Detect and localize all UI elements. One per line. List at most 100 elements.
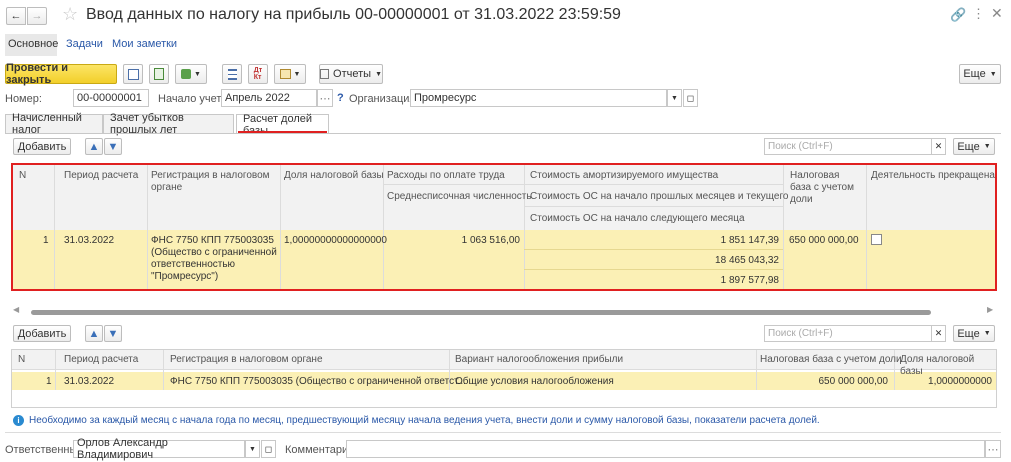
post-and-close-button[interactable]: Провести и закрыть <box>5 62 117 86</box>
t1-header-os-start: Стоимость ОС на начало прошлых месяцев и… <box>530 191 789 202</box>
table2-move-up-button[interactable]: ▲ <box>85 325 103 342</box>
tab-accrued-tax[interactable]: Начисленный налог <box>5 112 103 136</box>
scroll-left-icon[interactable]: ◀ <box>13 305 19 314</box>
link-icon[interactable]: 🔗 <box>950 7 966 23</box>
table2-search-input[interactable]: Поиск (Ctrl+F) <box>764 325 932 342</box>
responsible-field[interactable]: Орлов Александр Владимирович <box>73 437 245 461</box>
nav-tab-main[interactable]: Основное <box>5 34 58 56</box>
t1-header-os-next: Стоимость ОС на начало следующего месяца <box>530 213 745 224</box>
more-menu-icon[interactable]: ⋮ <box>972 6 985 22</box>
responsible-open-button[interactable]: ◻ <box>261 440 276 458</box>
comment-field[interactable] <box>346 440 985 458</box>
t1-header-share: Доля налоговой базы <box>284 170 384 181</box>
t1-header-base: Налоговая база с учетом доли <box>790 170 854 205</box>
more-button[interactable]: Еще ▼ <box>959 64 1001 84</box>
nav-tab-tasks[interactable]: Задачи <box>66 38 103 50</box>
forward-button[interactable]: → <box>27 7 47 25</box>
org-dropdown-button[interactable]: ▼ <box>667 89 682 107</box>
subheader-line <box>383 184 783 185</box>
print-icon <box>279 69 291 79</box>
table1-search-input[interactable]: Поиск (Ctrl+F) <box>764 138 932 155</box>
t1-header-headcount: Среднесписочная численность <box>387 191 532 202</box>
t2-cell-base: 650 000 000,00 <box>818 376 888 387</box>
row-subline <box>524 249 783 250</box>
t1-cell-os-start: 18 465 043,32 <box>715 255 779 266</box>
start-field[interactable]: Апрель 2022 <box>221 89 317 107</box>
col-divider <box>54 165 55 289</box>
dropdown-arrow-icon: ▼ <box>293 70 301 78</box>
number-label: Номер: <box>5 93 42 105</box>
nav-tab-notes[interactable]: Мои заметки <box>112 38 177 50</box>
start-label: Начало учета: <box>158 93 231 105</box>
print-button[interactable]: ▼ <box>274 64 306 84</box>
post-button[interactable] <box>149 64 169 84</box>
list-icon <box>227 68 237 80</box>
back-button[interactable]: ← <box>6 7 26 25</box>
t2-cell-share: 1,0000000000 <box>928 376 992 387</box>
t1-cell-share: 1,00000000000000000 <box>284 235 387 246</box>
t2-cell-n: 1 <box>46 376 52 387</box>
table2-search-clear-button[interactable]: ✕ <box>931 325 946 342</box>
table1-more-button[interactable]: Еще ▼ <box>953 138 995 155</box>
reports-button[interactable]: Отчеты ▼ <box>319 64 383 84</box>
col-divider <box>756 350 757 390</box>
tabs-baseline <box>5 133 1001 134</box>
table2-add-button[interactable]: Добавить <box>13 325 71 342</box>
t1-cell-base: 650 000 000,00 <box>789 235 859 246</box>
info-text: Необходимо за каждый месяц с начала года… <box>29 415 820 426</box>
movements-button[interactable]: Дт Кт <box>248 64 268 84</box>
start-help-icon[interactable]: ? <box>337 92 344 104</box>
table1-move-down-button[interactable]: ▼ <box>104 138 122 155</box>
t1-header-assets: Стоимость амортизируемого имущества <box>530 170 719 181</box>
t2-cell-reg: ФНС 7750 КПП 775003035 (Общество с огран… <box>170 376 466 387</box>
col-divider <box>55 350 56 390</box>
arrow-right-icon: → <box>31 10 43 22</box>
org-field[interactable]: Промресурс <box>410 89 667 107</box>
arrow-down-icon: ▼ <box>107 327 119 340</box>
t2-header-base: Налоговая база с учетом доли <box>760 354 902 365</box>
scroll-right-icon[interactable]: ▶ <box>987 305 993 314</box>
table2-move-down-button[interactable]: ▼ <box>104 325 122 342</box>
dt-kt-icon: Дт Кт <box>253 67 263 81</box>
dropdown-arrow-icon: ▼ <box>194 70 201 78</box>
favorite-star-icon[interactable]: ☆ <box>62 4 78 25</box>
t2-header-period: Период расчета <box>64 354 139 365</box>
col-divider <box>163 350 164 390</box>
reports-label: Отчеты <box>333 68 372 80</box>
start-picker-button[interactable]: ⋯ <box>317 89 333 107</box>
comment-expand-button[interactable]: ⋯ <box>985 440 1001 458</box>
t2-header-reg: Регистрация в налоговом органе <box>170 354 323 365</box>
info-icon: i <box>13 415 24 426</box>
t2-header-variant: Вариант налогообложения прибыли <box>455 354 624 365</box>
t1-cell-labor: 1 063 516,00 <box>461 235 520 246</box>
t1-cell-assets: 1 851 147,39 <box>720 235 779 246</box>
post-doc-icon <box>154 68 164 80</box>
tab-losses[interactable]: Зачет убытков прошлых лет <box>103 112 234 136</box>
journal-button[interactable] <box>222 64 242 84</box>
t2-cell-variant: Общие условия налогообложения <box>455 376 614 387</box>
reports-icon <box>320 69 330 79</box>
arrow-up-icon: ▲ <box>88 140 100 153</box>
table1-search-clear-button[interactable]: ✕ <box>931 138 946 155</box>
arrow-left-icon: ← <box>10 10 22 22</box>
t1-cell-n: 1 <box>43 235 49 246</box>
t1-cell-period: 31.03.2022 <box>64 235 115 246</box>
t1-header-n: N <box>19 170 27 181</box>
close-icon[interactable]: ✕ <box>991 5 1003 22</box>
responsible-dropdown-button[interactable]: ▼ <box>245 440 260 458</box>
dropdown-arrow-icon: ▼ <box>983 330 991 337</box>
table1-add-button[interactable]: Добавить <box>13 138 71 155</box>
dropdown-arrow-icon: ▼ <box>983 143 991 150</box>
save-button[interactable] <box>123 64 143 84</box>
create-based-on-button[interactable]: ▼ <box>175 64 207 84</box>
t1-stopped-checkbox[interactable] <box>871 234 882 245</box>
table2-more-button[interactable]: Еще ▼ <box>953 325 995 342</box>
scroll-thumb[interactable] <box>31 310 931 315</box>
table1-move-up-button[interactable]: ▲ <box>85 138 103 155</box>
table1-scrollbar[interactable]: ◀ ▶ <box>13 305 995 316</box>
t2-header-n: N <box>18 354 26 365</box>
arrow-up-icon: ▲ <box>88 327 100 340</box>
number-field[interactable]: 00-00000001 <box>73 89 149 107</box>
more-label: Еще <box>963 68 986 80</box>
org-open-button[interactable]: ◻ <box>683 89 698 107</box>
